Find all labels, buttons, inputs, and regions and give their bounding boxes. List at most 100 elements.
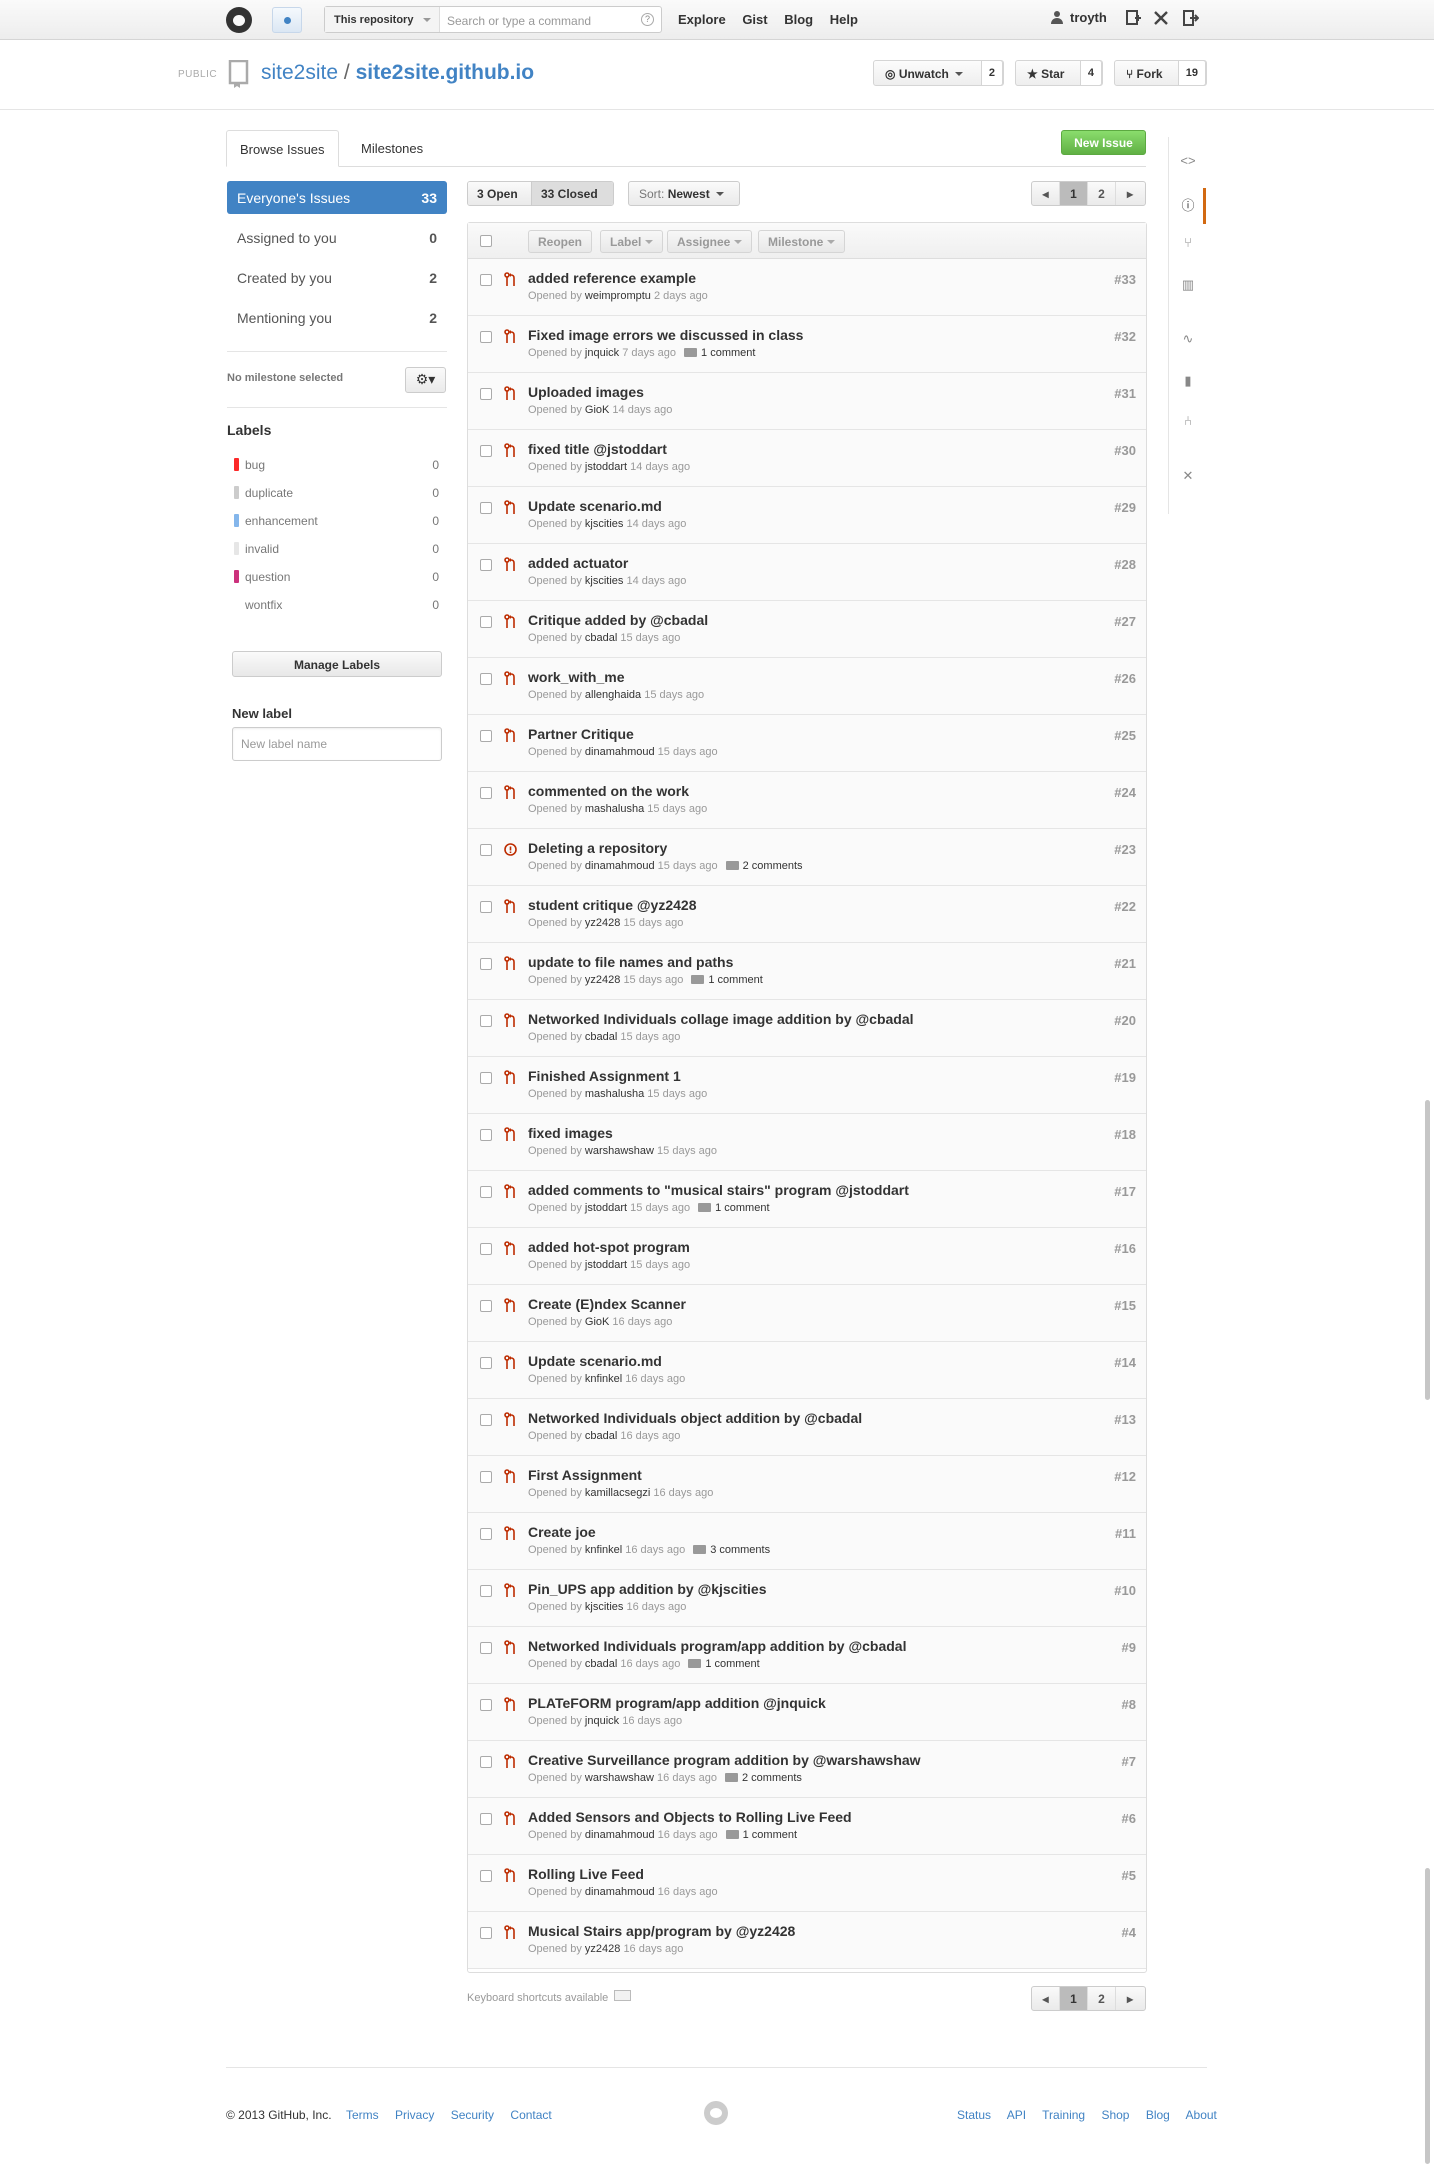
graphs-icon[interactable]: ▮	[1180, 373, 1196, 389]
search-scope-select[interactable]: This repository	[325, 7, 440, 32]
issue-title-link[interactable]: Create joe	[528, 1524, 596, 1540]
issue-checkbox[interactable]	[480, 1927, 492, 1939]
issue-checkbox[interactable]	[480, 1072, 492, 1084]
select-all-checkbox[interactable]	[480, 235, 492, 247]
issue-title-link[interactable]: Partner Critique	[528, 726, 634, 742]
issue-comments-link[interactable]: 2 comments	[724, 1772, 802, 1784]
issue-title-link[interactable]: Create (E)ndex Scanner	[528, 1296, 686, 1312]
issue-checkbox[interactable]	[480, 1870, 492, 1882]
settings-tools-icon[interactable]	[1153, 10, 1169, 26]
page-link[interactable]: 1	[1060, 182, 1088, 205]
issue-row[interactable]: PLATeFORM program/app addition @jnquick O…	[468, 1684, 1146, 1741]
issue-title-link[interactable]: Uploaded images	[528, 384, 644, 400]
issue-title-link[interactable]: added reference example	[528, 270, 696, 286]
issue-checkbox[interactable]	[480, 559, 492, 571]
new-label-input[interactable]: New label name	[232, 727, 442, 761]
issue-title-link[interactable]: Finished Assignment 1	[528, 1068, 681, 1084]
issue-author-link[interactable]: knfinkel	[585, 1373, 622, 1385]
issue-row[interactable]: added comments to "musical stairs" progr…	[468, 1171, 1146, 1228]
issue-row[interactable]: Uploaded images Opened by GioK 14 days ag…	[468, 373, 1146, 430]
issue-row[interactable]: Fixed image errors we discussed in class…	[468, 316, 1146, 373]
star-count[interactable]: 4	[1079, 60, 1102, 86]
issue-author-link[interactable]: cbadal	[585, 632, 617, 644]
issue-row[interactable]: commented on the work Opened by mashalush…	[468, 772, 1146, 829]
nav-blog[interactable]: Blog	[784, 12, 813, 27]
issue-title-link[interactable]: First Assignment	[528, 1467, 642, 1483]
issue-title-link[interactable]: Update scenario.md	[528, 498, 662, 514]
label-item[interactable]: enhancement 0	[234, 512, 439, 532]
page-link[interactable]: 2	[1088, 1987, 1116, 2010]
user-menu[interactable]: troyth	[1050, 10, 1107, 25]
issue-author-link[interactable]: dinamahmoud	[585, 746, 655, 758]
issue-title-link[interactable]: work_with_me	[528, 669, 624, 685]
milestone-gear-button[interactable]: ⚙▾	[405, 367, 446, 393]
new-issue-button[interactable]: New Issue	[1061, 130, 1146, 155]
issue-checkbox[interactable]	[480, 1129, 492, 1141]
issue-row[interactable]: fixed images Opened by warshawshaw 15 day…	[468, 1114, 1146, 1171]
filter-created-by-you[interactable]: Created by you 2	[227, 261, 447, 294]
issue-title-link[interactable]: Networked Individuals object addition by…	[528, 1410, 862, 1426]
issue-author-link[interactable]: kjscities	[585, 1601, 624, 1613]
network-icon[interactable]: ⑃	[1180, 413, 1196, 429]
issue-checkbox[interactable]	[480, 1357, 492, 1369]
wiki-icon[interactable]: ▥	[1180, 277, 1196, 293]
issue-row[interactable]: Networked Individuals collage image addi…	[468, 1000, 1146, 1057]
issue-author-link[interactable]: warshawshaw	[585, 1145, 654, 1157]
nav-explore[interactable]: Explore	[678, 12, 726, 27]
issue-row[interactable]: First Assignment Opened by kamillacsegzi …	[468, 1456, 1146, 1513]
issue-checkbox[interactable]	[480, 1414, 492, 1426]
issue-row[interactable]: work_with_me Opened by allenghaida 15 day…	[468, 658, 1146, 715]
issue-author-link[interactable]: GioK	[585, 1316, 609, 1328]
create-repo-icon[interactable]	[1125, 10, 1141, 26]
sort-dropdown[interactable]: Sort: Newest	[628, 181, 740, 206]
issue-row[interactable]: added hot-spot program Opened by jstoddar…	[468, 1228, 1146, 1285]
issue-checkbox[interactable]	[480, 673, 492, 685]
scrollbar-thumb[interactable]	[1425, 1868, 1430, 2164]
keyboard-shortcuts-hint[interactable]: Keyboard shortcuts available	[467, 1990, 632, 2004]
issue-author-link[interactable]: cbadal	[585, 1658, 617, 1670]
footer-link-shop[interactable]: Shop	[1101, 2108, 1129, 2122]
issue-row[interactable]: Finished Assignment 1 Opened by mashalush…	[468, 1057, 1146, 1114]
issue-checkbox[interactable]	[480, 1813, 492, 1825]
issue-author-link[interactable]: mashalusha	[585, 1088, 644, 1100]
issue-title-link[interactable]: fixed images	[528, 1125, 613, 1141]
issue-title-link[interactable]: Update scenario.md	[528, 1353, 662, 1369]
label-dropdown[interactable]: Label	[600, 230, 664, 253]
issue-title-link[interactable]: Networked Individuals collage image addi…	[528, 1011, 914, 1027]
issue-title-link[interactable]: Pin_UPS app addition by @kjscities	[528, 1581, 767, 1597]
issue-author-link[interactable]: weimpromptu	[585, 290, 651, 302]
footer-link-terms[interactable]: Terms	[346, 2108, 379, 2122]
prev-page-icon[interactable]: ◂	[1032, 1987, 1060, 2010]
nav-help[interactable]: Help	[830, 12, 858, 27]
manage-labels-button[interactable]: Manage Labels	[232, 651, 442, 677]
issue-row[interactable]: student critique @yz2428 Opened by yz2428…	[468, 886, 1146, 943]
issue-title-link[interactable]: Musical Stairs app/program by @yz2428	[528, 1923, 795, 1939]
next-page-icon[interactable]: ▸	[1116, 182, 1144, 205]
footer-link-blog[interactable]: Blog	[1146, 2108, 1170, 2122]
issue-title-link[interactable]: added actuator	[528, 555, 628, 571]
issue-title-link[interactable]: added hot-spot program	[528, 1239, 690, 1255]
issue-checkbox[interactable]	[480, 1699, 492, 1711]
pull-request-icon[interactable]: ⑂	[1180, 235, 1196, 251]
issue-author-link[interactable]: allenghaida	[585, 689, 641, 701]
footer-link-contact[interactable]: Contact	[510, 2108, 551, 2122]
pulse-icon[interactable]: ∿	[1180, 331, 1196, 347]
issue-checkbox[interactable]	[480, 616, 492, 628]
issue-author-link[interactable]: yz2428	[585, 1943, 620, 1955]
issue-checkbox[interactable]	[480, 274, 492, 286]
issue-author-link[interactable]: dinamahmoud	[585, 860, 655, 872]
issue-checkbox[interactable]	[480, 1585, 492, 1597]
issue-author-link[interactable]: dinamahmoud	[585, 1886, 655, 1898]
issue-author-link[interactable]: kamillacsegzi	[585, 1487, 650, 1499]
issue-author-link[interactable]: yz2428	[585, 917, 620, 929]
issue-title-link[interactable]: added comments to "musical stairs" progr…	[528, 1182, 909, 1198]
issue-author-link[interactable]: warshawshaw	[585, 1772, 654, 1784]
issue-title-link[interactable]: update to file names and paths	[528, 954, 733, 970]
footer-link-about[interactable]: About	[1186, 2108, 1217, 2122]
issue-row[interactable]: Rolling Live Feed Opened by dinamahmoud 1…	[468, 1855, 1146, 1912]
star-button[interactable]: ★ Star 4	[1015, 60, 1103, 86]
issue-title-link[interactable]: Networked Individuals program/app additi…	[528, 1638, 907, 1654]
issue-row[interactable]: Deleting a repository Opened by dinamahmo…	[468, 829, 1146, 886]
issue-checkbox[interactable]	[480, 1300, 492, 1312]
milestone-dropdown[interactable]: Milestone	[758, 230, 846, 253]
